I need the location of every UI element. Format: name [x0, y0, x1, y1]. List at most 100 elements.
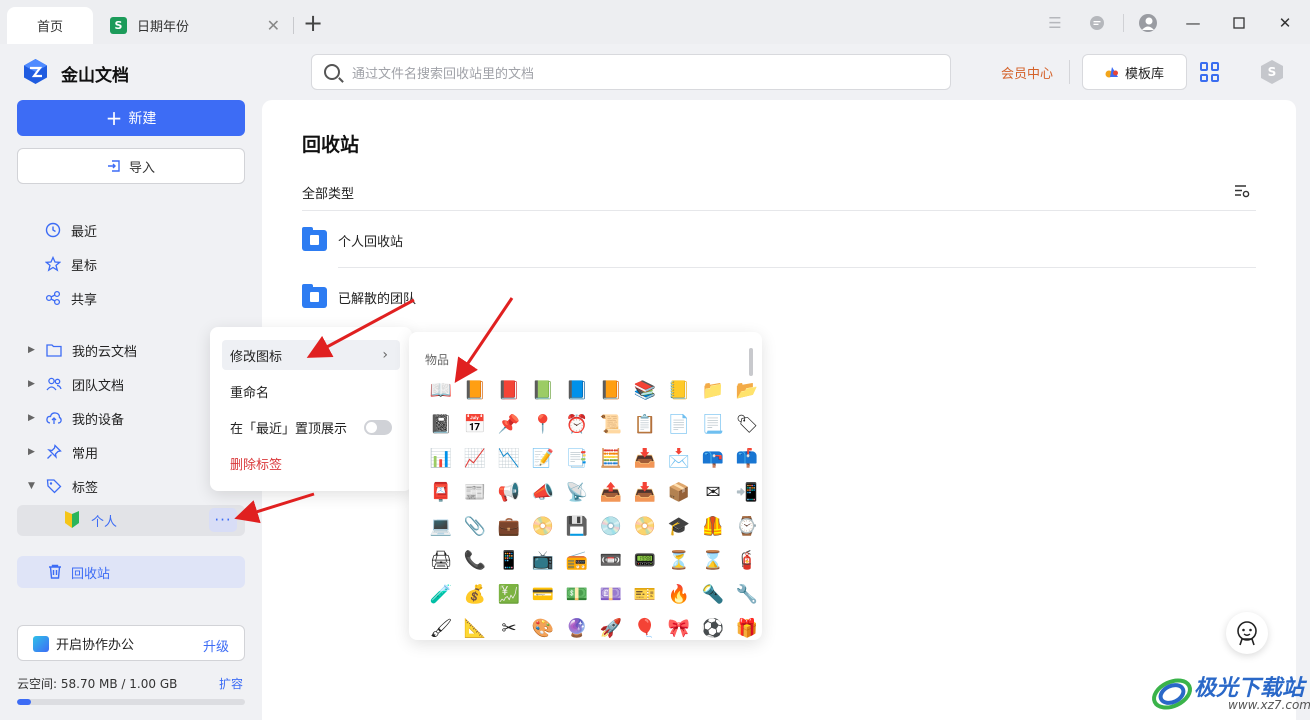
icon-option[interactable]: 🦺	[697, 510, 729, 544]
upgrade-link[interactable]: 升级	[203, 636, 229, 655]
icon-option[interactable]: 💻	[425, 510, 457, 544]
icon-option[interactable]: 💿	[595, 510, 627, 544]
icon-option[interactable]: 🔧	[731, 578, 762, 612]
icon-option[interactable]: 📘	[561, 374, 593, 408]
expand-arrow-icon[interactable]: ▶	[28, 413, 38, 423]
icon-option[interactable]: 📀	[629, 510, 661, 544]
icon-option[interactable]: 🧯	[731, 544, 762, 578]
menu-item-delete-tag[interactable]: 删除标签	[222, 448, 400, 478]
tab-home[interactable]: 首页	[7, 7, 93, 44]
icon-option[interactable]: ⏰	[561, 408, 593, 442]
icon-option[interactable]: 🎁	[731, 612, 762, 640]
icon-option[interactable]: 📮	[425, 476, 457, 510]
icon-option[interactable]: 📥	[629, 476, 661, 510]
menu-item-rename[interactable]: 重命名	[222, 376, 400, 406]
collab-office-button[interactable]: 开启协作办公 升级	[17, 625, 245, 661]
icon-option[interactable]: 🚀	[595, 612, 627, 640]
icon-option[interactable]: 💼	[493, 510, 525, 544]
icon-option[interactable]: 📰	[459, 476, 491, 510]
icon-option[interactable]: 📖	[425, 374, 457, 408]
expand-arrow-icon[interactable]: ▶	[28, 447, 38, 457]
more-options-button[interactable]: ···	[209, 508, 237, 532]
icon-option[interactable]: 📚	[629, 374, 661, 408]
message-icon[interactable]	[1085, 12, 1109, 34]
icon-option[interactable]: 📈	[459, 442, 491, 476]
icon-option[interactable]: 📂	[731, 374, 762, 408]
icon-option[interactable]: 📣	[527, 476, 559, 510]
menu-icon[interactable]: ☰	[1043, 12, 1067, 34]
menu-item-change-icon[interactable]: 修改图标 ›	[222, 340, 400, 370]
nav-starred[interactable]: 星标	[45, 254, 97, 274]
icon-option[interactable]: 📟	[629, 544, 661, 578]
import-button[interactable]: 导入	[17, 148, 245, 184]
icon-option[interactable]: 📫	[731, 442, 762, 476]
scrollbar[interactable]	[749, 348, 753, 376]
icon-option[interactable]: 📋	[629, 408, 661, 442]
icon-option[interactable]: ⌛	[697, 544, 729, 578]
minimize-button[interactable]: —	[1181, 12, 1205, 34]
icon-option[interactable]: 📙	[595, 374, 627, 408]
icon-option[interactable]: 📁	[697, 374, 729, 408]
icon-option[interactable]: ✉	[697, 476, 729, 510]
avatar[interactable]	[1136, 12, 1160, 34]
icon-option[interactable]: 📪	[697, 442, 729, 476]
icon-option[interactable]: 📗	[527, 374, 559, 408]
icon-option[interactable]: 🧪	[425, 578, 457, 612]
type-filter[interactable]: 全部类型	[302, 183, 354, 202]
icon-option[interactable]: 📓	[425, 408, 457, 442]
icon-option[interactable]: 📎	[459, 510, 491, 544]
icon-option[interactable]: ⚽	[697, 612, 729, 640]
expand-arrow-icon[interactable]: ▶	[28, 379, 38, 389]
icon-option[interactable]: 🎈	[629, 612, 661, 640]
vip-center-link[interactable]: 会员中心	[1001, 63, 1053, 82]
icon-option[interactable]: 📄	[663, 408, 695, 442]
icon-option[interactable]: 🔦	[697, 578, 729, 612]
icon-option[interactable]: 📻	[561, 544, 593, 578]
new-tab-button[interactable]: +	[303, 11, 323, 35]
search-input[interactable]: 通过文件名搜索回收站里的文档	[311, 54, 951, 90]
icon-option[interactable]: 📃	[697, 408, 729, 442]
collapse-arrow-icon[interactable]: ▼	[28, 481, 38, 491]
tree-tags[interactable]: ▼ 标签	[28, 476, 98, 496]
icon-option[interactable]: 💵	[561, 578, 593, 612]
sidebar-item-trash[interactable]: 回收站	[17, 556, 245, 588]
maximize-button[interactable]	[1227, 12, 1251, 34]
icon-option[interactable]: 📦	[663, 476, 695, 510]
icon-option[interactable]: 📊	[425, 442, 457, 476]
icon-option[interactable]: 📉	[493, 442, 525, 476]
pin-toggle[interactable]	[364, 420, 392, 435]
icon-option[interactable]: ⌚	[731, 510, 762, 544]
icon-option[interactable]: 📞	[459, 544, 491, 578]
icon-option[interactable]: 📌	[493, 408, 525, 442]
tree-team-docs[interactable]: ▶ 团队文档	[28, 374, 124, 394]
icon-option[interactable]: 📙	[459, 374, 491, 408]
template-library-button[interactable]: 模板库	[1082, 54, 1187, 90]
icon-option[interactable]: 📒	[663, 374, 695, 408]
tree-my-cloud-docs[interactable]: ▶ 我的云文档	[28, 340, 137, 360]
icon-option[interactable]: 💹	[493, 578, 525, 612]
close-window-button[interactable]: ✕	[1273, 12, 1297, 34]
icon-option[interactable]: 💰	[459, 578, 491, 612]
icon-option[interactable]: 🧮	[595, 442, 627, 476]
nav-recent[interactable]: 最近	[45, 220, 97, 240]
icon-option[interactable]: 📥	[629, 442, 661, 476]
icon-option[interactable]: 📝	[527, 442, 559, 476]
icon-option[interactable]: 📲	[731, 476, 762, 510]
icon-option[interactable]: 📤	[595, 476, 627, 510]
icon-option[interactable]: 🏷	[731, 408, 762, 442]
icon-option[interactable]: ⏳	[663, 544, 695, 578]
icon-option[interactable]: 🎀	[663, 612, 695, 640]
menu-item-pin-recent[interactable]: 在「最近」置顶展示	[222, 412, 400, 442]
icon-option[interactable]: 📕	[493, 374, 525, 408]
icon-option[interactable]: 🖌	[425, 612, 457, 640]
tab-document[interactable]: S 日期年份 ✕	[100, 7, 290, 44]
icon-option[interactable]: 🎫	[629, 578, 661, 612]
icon-option[interactable]: 💳	[527, 578, 559, 612]
icon-option[interactable]: 📩	[663, 442, 695, 476]
nav-shared[interactable]: 共享	[45, 288, 97, 308]
icon-option[interactable]: 📀	[527, 510, 559, 544]
icon-option[interactable]: 📅	[459, 408, 491, 442]
new-button[interactable]: + 新建	[17, 100, 245, 136]
apps-grid-icon[interactable]	[1200, 62, 1220, 82]
icon-option[interactable]: 🔮	[561, 612, 593, 640]
